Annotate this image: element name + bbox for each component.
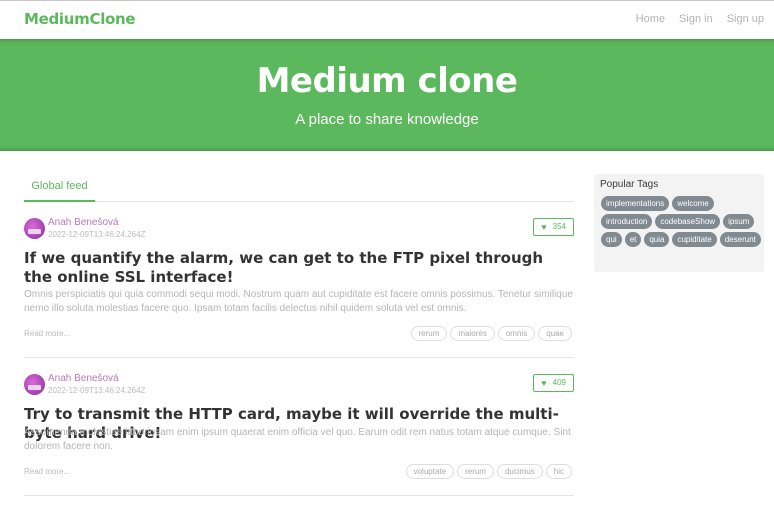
- article-preview: Anah Benešová 2022-12-09T13:46:24.264Z ♥…: [24, 358, 574, 496]
- article-preview: Anah Benešová 2022-12-09T13:46:24.264Z ♥…: [24, 202, 574, 358]
- article-tag: quae: [538, 326, 572, 341]
- avatar[interactable]: [24, 374, 45, 395]
- navbar: MediumClone Home Sign in Sign up: [0, 1, 774, 39]
- feed-toggle: Global feed: [24, 172, 574, 202]
- read-more-link[interactable]: Read more...: [24, 329, 70, 338]
- article-tag-list: rerum maiores omnis quae: [410, 326, 572, 341]
- article-tag: hic: [545, 464, 572, 479]
- tag-pill-codebaseshow[interactable]: codebaseShow: [655, 214, 721, 229]
- sidebar-title: Popular Tags: [600, 179, 659, 190]
- heart-icon: ♥: [541, 378, 547, 388]
- article-date: 2022-12-09T13:46:24.264Z: [48, 386, 146, 395]
- nav-link-sign-in[interactable]: Sign in: [679, 13, 713, 25]
- banner-title: Medium clone: [256, 61, 518, 101]
- nav-link-home[interactable]: Home: [636, 13, 665, 25]
- article-tag: omnis: [497, 326, 536, 341]
- hero-banner: Medium clone A place to share knowledge: [0, 39, 774, 151]
- article-title[interactable]: If we quantify the alarm, we can get to …: [24, 249, 574, 287]
- popular-tags-sidebar: Popular Tags implementations welcome int…: [594, 174, 764, 272]
- article-description: Assumenda molestiae laboriosam enim ipsu…: [24, 427, 571, 452]
- article-tag: rerum: [410, 326, 448, 341]
- like-count: 354: [552, 222, 566, 231]
- tag-pill-ipsum[interactable]: ipsum: [723, 214, 755, 229]
- banner-subtitle: A place to share knowledge: [295, 111, 479, 128]
- heart-icon: ♥: [541, 222, 547, 232]
- article-tag: voluptate: [405, 464, 455, 479]
- article-tag: maiores: [450, 326, 495, 341]
- nav-links: Home Sign in Sign up: [636, 13, 764, 25]
- tag-pill-qui[interactable]: qui: [601, 232, 622, 247]
- like-button[interactable]: ♥ 354: [533, 218, 574, 236]
- like-button[interactable]: ♥ 409: [533, 374, 574, 392]
- read-more-link[interactable]: Read more...: [24, 467, 70, 476]
- avatar[interactable]: [24, 218, 45, 239]
- tag-pill-implementations[interactable]: implementations: [601, 196, 670, 211]
- brand-logo[interactable]: MediumClone: [24, 10, 136, 28]
- tag-pill-introduction[interactable]: introduction: [601, 214, 653, 229]
- author-name[interactable]: Anah Benešová: [48, 373, 119, 384]
- author-name[interactable]: Anah Benešová: [48, 217, 119, 228]
- article-date: 2022-12-09T13:46:24.264Z: [48, 230, 146, 239]
- article-tag: rerum: [457, 464, 494, 479]
- tab-global-feed[interactable]: Global feed: [24, 172, 95, 202]
- article-tag-list: voluptate rerum ducimus hic: [405, 464, 572, 479]
- tag-pill-deserunt[interactable]: deserunt: [719, 232, 761, 247]
- tag-pill-quia[interactable]: quia: [644, 232, 670, 247]
- tag-pill-cupiditate[interactable]: cupiditate: [672, 232, 717, 247]
- nav-link-sign-up[interactable]: Sign up: [727, 13, 764, 25]
- tag-pill-et[interactable]: et: [624, 232, 642, 247]
- tag-pill-welcome[interactable]: welcome: [672, 196, 714, 211]
- article-description: Omnis perspiciatis qui quia commodi sequ…: [24, 289, 573, 314]
- tag-cloud: implementations welcome introduction cod…: [601, 196, 761, 247]
- article-tag: ducimus: [496, 464, 543, 479]
- like-count: 409: [552, 378, 566, 387]
